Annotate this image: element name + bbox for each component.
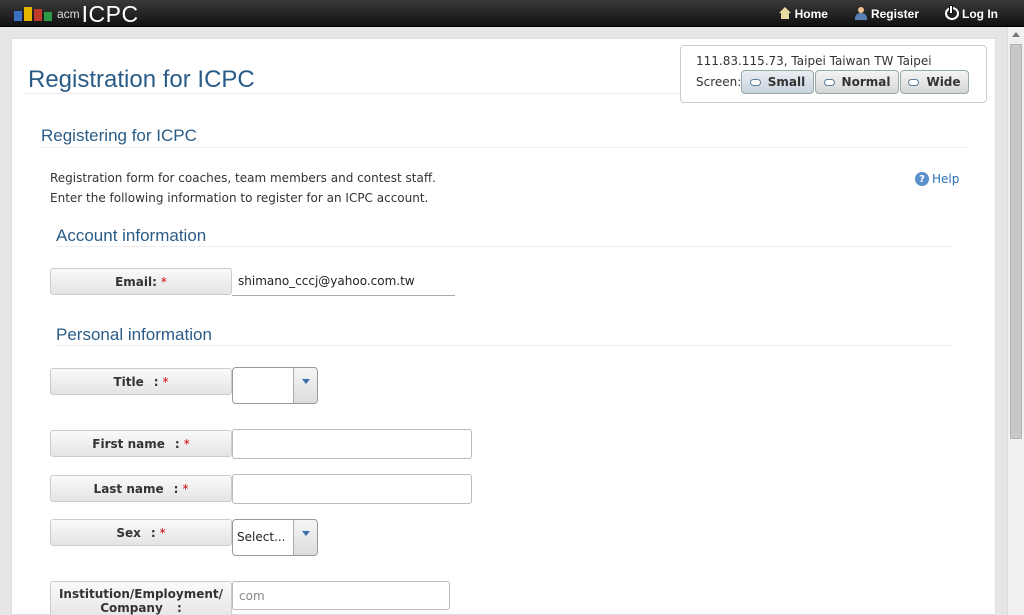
location-screen-box: 111.83.115.73, Taipei Taiwan TW Taipei S… xyxy=(680,45,987,103)
home-icon xyxy=(778,7,792,20)
sex-select[interactable]: Select... xyxy=(232,519,318,556)
user-icon xyxy=(854,7,868,20)
vertical-scrollbar[interactable] xyxy=(1007,27,1024,615)
section-title: Registering for ICPC xyxy=(41,126,197,145)
title-label: Title : * xyxy=(50,368,232,395)
top-navbar: acm ICPC Home Register Log In xyxy=(0,0,1024,27)
label-colon: : xyxy=(150,525,156,540)
screen-small-button[interactable]: Small xyxy=(741,70,814,94)
nav-register-label: Register xyxy=(870,6,919,21)
institution-label-wrap: Institution/Employment/ Company : xyxy=(51,587,231,615)
logo-icpc-text: ICPC xyxy=(81,1,139,27)
help-link[interactable]: ? Help xyxy=(915,172,959,186)
description-line-2: Enter the following information to regis… xyxy=(50,191,429,205)
required-mark: * xyxy=(160,274,167,289)
acm-icpc-logo[interactable]: acm ICPC xyxy=(14,1,139,27)
nav-register-link[interactable]: Register xyxy=(854,7,919,21)
pill-icon xyxy=(908,78,920,86)
label-colon: : xyxy=(176,601,182,615)
label-colon: : xyxy=(153,374,159,389)
screen-normal-label: Normal xyxy=(841,75,891,89)
dropdown-arrow-icon[interactable] xyxy=(293,520,317,555)
account-info-divider xyxy=(56,246,952,247)
scrollbar-thumb[interactable] xyxy=(1010,44,1022,439)
title-label-text: Title xyxy=(113,374,144,389)
personal-info-heading: Personal information xyxy=(56,325,212,344)
pill-icon xyxy=(749,78,761,86)
sex-select-value: Select... xyxy=(237,530,286,544)
section-divider xyxy=(41,147,969,148)
institution-label: Institution/Employment/ Company : xyxy=(50,581,232,615)
firstname-input[interactable] xyxy=(232,429,472,459)
institution-input[interactable]: com xyxy=(232,581,450,610)
account-info-heading: Account information xyxy=(56,226,207,245)
screen-small-label: Small xyxy=(767,75,806,89)
top-nav-links: Home Register Log In xyxy=(778,0,1024,27)
screen-wide-label: Wide xyxy=(926,75,961,89)
scroll-up-arrow-icon[interactable] xyxy=(1008,27,1024,43)
required-mark: * xyxy=(162,374,169,389)
screen-normal-button[interactable]: Normal xyxy=(815,70,899,94)
institution-label-text: Institution/Employment/ Company xyxy=(58,587,224,615)
required-mark: * xyxy=(182,481,189,496)
personal-info-divider xyxy=(56,345,952,346)
sex-label: Sex : * xyxy=(50,519,232,546)
help-label: Help xyxy=(932,172,960,186)
firstname-label-text: First name xyxy=(92,436,165,451)
sex-label-text: Sex xyxy=(116,525,141,540)
firstname-label: First name : * xyxy=(50,430,232,457)
title-divider xyxy=(24,93,684,94)
screen-label: Screen: xyxy=(696,75,742,89)
power-icon xyxy=(945,6,959,20)
nav-home-label: Home xyxy=(794,6,828,21)
label-colon: : xyxy=(174,436,180,451)
email-label-text: Email: xyxy=(115,274,157,289)
lastname-label: Last name : * xyxy=(50,475,232,502)
nav-home-link[interactable]: Home xyxy=(778,7,828,21)
logo-acm-text: acm xyxy=(57,7,80,21)
help-icon: ? xyxy=(915,172,929,186)
pill-icon xyxy=(823,78,835,86)
email-label: Email: * xyxy=(50,268,232,295)
description-line-1: Registration form for coaches, team memb… xyxy=(50,171,436,185)
label-colon: : xyxy=(173,481,179,496)
nav-login-link[interactable]: Log In xyxy=(945,6,998,21)
email-value: shimano_cccj@yahoo.com.tw xyxy=(232,268,455,296)
page-container: Registration for ICPC 111.83.115.73, Tai… xyxy=(11,38,996,615)
nav-login-label: Log In xyxy=(962,6,998,21)
location-text: 111.83.115.73, Taipei Taiwan TW Taipei xyxy=(696,54,932,68)
lastname-label-text: Last name xyxy=(93,481,164,496)
logo-blocks-icon xyxy=(14,7,52,21)
lastname-input[interactable] xyxy=(232,474,472,504)
screen-wide-button[interactable]: Wide xyxy=(900,70,969,94)
dropdown-arrow-icon[interactable] xyxy=(293,368,317,403)
required-mark: * xyxy=(183,436,190,451)
required-mark: * xyxy=(159,525,166,540)
page-title: Registration for ICPC xyxy=(28,66,255,93)
title-select[interactable] xyxy=(232,367,318,404)
